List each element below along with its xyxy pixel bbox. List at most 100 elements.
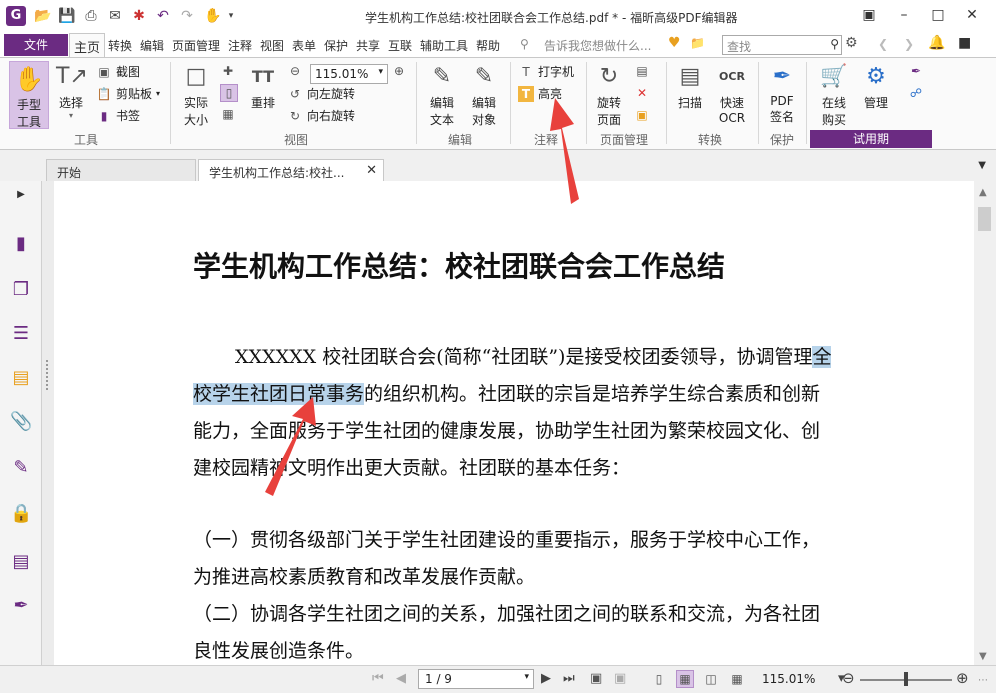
tab-page-management[interactable]: 页面管理 — [172, 37, 220, 54]
expand-panel-icon[interactable]: ▶ — [10, 184, 32, 206]
hand-tool-button[interactable]: ✋ 手型 工具 — [9, 61, 49, 129]
tab-form[interactable]: 表单 — [292, 37, 316, 54]
search-icon[interactable]: ⚲ — [830, 37, 839, 51]
rotate-page-button[interactable]: ↻ 旋转 页面 — [592, 62, 626, 128]
previous-page-icon[interactable]: ◀ — [396, 671, 406, 686]
fit-page-icon[interactable]: ✚ — [220, 63, 240, 79]
rotate-right-button[interactable]: ↻ 向右旋转 — [287, 107, 355, 124]
single-page-view-icon[interactable]: ▯ — [650, 670, 668, 688]
search-input[interactable]: 查找 ⚲ — [722, 35, 842, 55]
edit-text-button[interactable]: ✎ 编辑 文本 — [424, 62, 460, 128]
tab-document[interactable]: 学生机构工作总结:校社... ✕ — [198, 159, 384, 181]
reflow-button[interactable]: TT 重排 — [248, 62, 278, 111]
tab-convert[interactable]: 转换 — [108, 37, 132, 54]
first-page-icon[interactable]: ⏮ — [372, 671, 384, 686]
delete-page-icon[interactable]: ✕ — [634, 85, 654, 101]
zoom-out-icon[interactable]: ⊖ — [287, 63, 307, 79]
zoom-in-button-icon[interactable]: ⊕ — [956, 669, 969, 687]
highlight-button[interactable]: T 高亮 — [518, 85, 562, 102]
typewriter-button[interactable]: T 打字机 — [518, 63, 574, 80]
zoom-dropdown-icon[interactable]: ▾ — [378, 67, 383, 77]
continuous-view-icon[interactable]: ▦ — [676, 670, 694, 688]
open-folder-icon[interactable]: 📂 — [34, 7, 52, 25]
security-lock-icon[interactable]: 🔒 — [10, 503, 32, 525]
select-dropdown-icon[interactable]: ▾ — [54, 111, 88, 120]
insert-page-icon[interactable]: ▤ — [634, 63, 654, 79]
vertical-scrollbar[interactable]: ▲ ▼ — [974, 181, 996, 665]
zoom-in-icon[interactable]: ⊕ — [391, 63, 411, 79]
screenshot-button[interactable]: ▣ 截图 — [96, 63, 140, 80]
print-icon[interactable]: ⎙ — [82, 7, 100, 25]
facing-view-icon[interactable]: ◫ — [702, 670, 720, 688]
panel-splitter[interactable] — [42, 181, 54, 665]
find-folder-icon[interactable]: 📁 — [690, 36, 705, 50]
bookmark-panel-icon[interactable]: ▮ — [10, 233, 32, 255]
file-menu-button[interactable]: 文件 — [4, 34, 68, 56]
back-arrow-icon[interactable]: ❮ — [878, 37, 888, 51]
previous-view-icon[interactable]: ▣ — [590, 671, 602, 686]
manage-button[interactable]: ⚙ 管理 — [858, 62, 894, 111]
tab-close-icon[interactable]: ✕ — [366, 163, 377, 178]
tab-view[interactable]: 视图 — [260, 37, 284, 54]
scroll-thumb[interactable] — [978, 207, 991, 231]
tab-help[interactable]: 帮助 — [476, 37, 500, 54]
web-link-icon[interactable]: ☍ — [908, 85, 928, 101]
tab-list-dropdown-icon[interactable]: ▼ — [978, 160, 986, 171]
next-page-icon[interactable]: ▶ — [541, 671, 551, 686]
undo-icon[interactable]: ↶ — [154, 7, 172, 25]
tell-me-input[interactable]: 告诉我您想做什么... — [544, 37, 651, 54]
redo-icon[interactable]: ↷ — [178, 7, 196, 25]
tab-home[interactable]: 主页 — [69, 33, 106, 57]
maximize-button[interactable]: □ — [926, 4, 950, 26]
tab-protect[interactable]: 保护 — [324, 37, 348, 54]
tab-connect[interactable]: 互联 — [388, 37, 412, 54]
close-button[interactable]: ✕ — [960, 4, 984, 26]
notification-bell-icon[interactable]: 🔔 — [928, 35, 945, 51]
bookmark-button[interactable]: ▮ 书签 — [96, 107, 140, 124]
new-document-icon[interactable]: ✱ — [130, 7, 148, 25]
actual-size-button[interactable]: □ 实际 大小 — [180, 62, 212, 128]
scroll-up-icon[interactable]: ▲ — [979, 187, 987, 198]
next-view-icon[interactable]: ▣ — [614, 671, 626, 686]
customize-toolbar-icon[interactable]: ▾ — [222, 7, 240, 25]
fit-visible-icon[interactable]: ▦ — [220, 106, 240, 122]
hand-cursor-icon[interactable]: ✋ — [204, 7, 222, 25]
app-logo-icon[interactable]: G — [6, 6, 26, 26]
scroll-down-icon[interactable]: ▼ — [979, 651, 987, 662]
zoom-level-input[interactable]: 115.01% ▾ — [310, 64, 388, 84]
pages-panel-icon[interactable]: ❐ — [10, 279, 32, 301]
tab-share[interactable]: 共享 — [356, 37, 380, 54]
splitter-grip[interactable] — [46, 360, 48, 390]
minimize-button[interactable]: – — [892, 4, 916, 26]
tab-edit[interactable]: 编辑 — [140, 37, 164, 54]
comments-panel-icon[interactable]: ▤ — [10, 367, 32, 389]
user-avatar-icon[interactable]: ■ — [958, 35, 971, 51]
continuous-facing-view-icon[interactable]: ▦ — [728, 670, 746, 688]
save-icon[interactable]: 💾 — [58, 7, 76, 25]
attachments-panel-icon[interactable]: 📎 — [10, 411, 32, 433]
zoom-out-button-icon[interactable]: ⊖ — [842, 669, 855, 687]
clipboard-button[interactable]: 📋 剪贴板 ▾ — [96, 85, 161, 102]
page-number-input[interactable]: 1 / 9 ▾ — [418, 669, 534, 689]
form-fields-panel-icon[interactable]: ▤ — [10, 551, 32, 573]
last-page-icon[interactable]: ⏭ — [563, 671, 575, 686]
layers-panel-icon[interactable]: ☰ — [10, 323, 32, 345]
document-page[interactable]: 学生机构工作总结：校社团联合会工作总结 XXXXXX 校社团联合会(简称“社团联… — [54, 181, 974, 665]
signature-panel-icon[interactable]: ✎ — [10, 457, 32, 479]
zoom-slider-handle[interactable] — [904, 672, 908, 686]
tab-accessibility[interactable]: 辅助工具 — [420, 37, 468, 54]
restore-ribbon-icon[interactable]: ▣ — [857, 4, 881, 26]
rotate-left-button[interactable]: ↺ 向左旋转 — [287, 85, 355, 102]
resize-grip-icon[interactable]: ⋯ — [978, 675, 988, 686]
buy-online-button[interactable]: 🛒 在线 购买 — [816, 62, 852, 128]
tab-comment[interactable]: 注释 — [228, 37, 252, 54]
pdf-sign-button[interactable]: ✒ PDF 签名 — [764, 62, 800, 125]
edit-object-button[interactable]: ✎ 编辑 对象 — [464, 62, 504, 128]
fit-width-icon[interactable]: ▯ — [220, 84, 238, 102]
page-dropdown-icon[interactable]: ▾ — [524, 672, 529, 682]
tab-start[interactable]: 开始 — [46, 159, 196, 181]
quick-ocr-button[interactable]: OCR 快速 OCR — [714, 62, 750, 125]
plugin-icon[interactable]: ✒ — [908, 63, 928, 79]
settings-gear-icon[interactable]: ⚙ — [845, 35, 858, 51]
scan-button[interactable]: ▤ 扫描 — [674, 62, 706, 111]
